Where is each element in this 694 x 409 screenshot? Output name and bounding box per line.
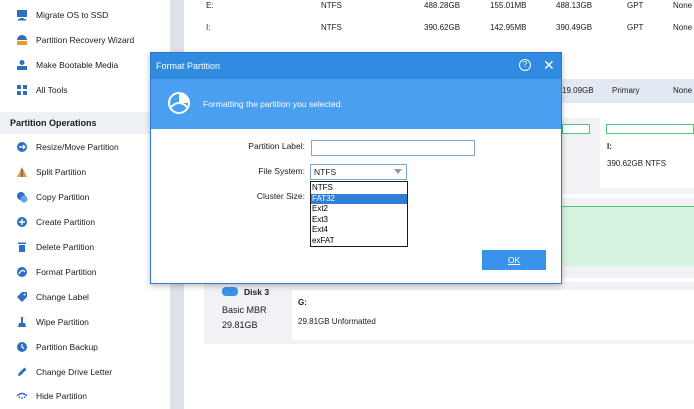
disk-size: 29.81GB	[222, 320, 258, 330]
disk3-info[interactable]: Disk 3 Basic MBR 29.81GB	[204, 282, 288, 344]
file-system-label: File System:	[258, 166, 305, 176]
dialog-titlebar[interactable]: Format Partition ? ✕	[151, 53, 561, 79]
partition-label-input[interactable]	[311, 140, 475, 156]
recovery-icon	[16, 34, 28, 46]
cell-type: Primary	[612, 86, 640, 95]
format-partition-dialog: Format Partition ? ✕ Formatting the part…	[150, 52, 562, 284]
wipe-icon	[16, 316, 28, 328]
sidebar-item-bootable-media[interactable]: Make Bootable Media	[0, 53, 170, 77]
banner-text: Formatting the partition you selected.	[203, 99, 343, 109]
sidebar-item-label: Copy Partition	[36, 192, 90, 202]
split-icon	[16, 166, 28, 178]
migrate-os-icon	[16, 9, 28, 21]
sidebar-item-label: Partition Backup	[36, 342, 98, 352]
sidebar-item-create[interactable]: Create Partition	[0, 210, 170, 234]
sidebar-item-label: Split Partition	[36, 167, 87, 177]
sidebar-item-resize-move[interactable]: Resize/Move Partition	[0, 135, 170, 159]
option-ext3[interactable]: Ext3	[311, 215, 407, 226]
sidebar: Migrate OS to SSD Partition Recovery Wiz…	[0, 0, 170, 409]
option-fat32[interactable]: FAT32	[311, 193, 407, 204]
format-icon	[16, 266, 28, 278]
format-disk-icon	[168, 92, 190, 114]
bootable-media-icon	[16, 59, 28, 71]
sidebar-item-label: Hide Partition	[36, 391, 88, 401]
cell-unused: 390.49GB	[556, 23, 593, 32]
section-header-partition-operations: Partition Operations	[0, 112, 170, 134]
sidebar-item-all-tools[interactable]: All Tools	[0, 78, 170, 102]
disk-icon	[222, 287, 238, 296]
option-ext2[interactable]: Ext2	[311, 204, 407, 215]
sidebar-item-label: Resize/Move Partition	[36, 142, 119, 152]
cell-status: None	[673, 86, 693, 95]
sidebar-item-partition-recovery[interactable]: Partition Recovery Wizard	[0, 28, 170, 52]
sidebar-item-label: Migrate OS to SSD	[36, 10, 109, 20]
option-exfat[interactable]: exFAT	[311, 236, 407, 247]
cell-capacity: 390.62GB	[424, 23, 461, 32]
hide-icon	[16, 390, 28, 402]
table-row[interactable]: I: NTFS 390.62GB 142.95MB 390.49GB GPT N…	[184, 16, 694, 40]
close-icon[interactable]: ✕	[543, 56, 555, 74]
partition-block-unallocated[interactable]	[562, 206, 694, 266]
partition-block-i[interactable]: I: 390.62GB NTFS	[600, 118, 694, 188]
partition-letter: G:	[298, 298, 307, 307]
option-ext4[interactable]: Ext4	[311, 225, 407, 236]
all-tools-icon	[16, 84, 28, 96]
cell-status: None	[673, 23, 693, 32]
partition-bar	[562, 124, 590, 134]
ok-button[interactable]: OK	[482, 250, 546, 270]
sidebar-item-change-drive-letter[interactable]: Change Drive Letter	[0, 360, 170, 384]
file-system-select[interactable]: NTFS	[310, 164, 407, 180]
dialog-banner: Formatting the partition you selected.	[151, 79, 561, 129]
partition-label-label: Partition Label:	[248, 141, 305, 151]
cell-drive: I:	[206, 23, 211, 32]
sidebar-item-label: Format Partition	[36, 267, 97, 277]
cell-used: 142.95MB	[490, 23, 527, 32]
sidebar-item-migrate-os[interactable]: Migrate OS to SSD	[0, 3, 170, 27]
backup-icon	[16, 341, 28, 353]
sidebar-item-delete[interactable]: Delete Partition	[0, 235, 170, 259]
sidebar-item-label: Partition Recovery Wizard	[36, 35, 135, 45]
sidebar-item-change-label[interactable]: Change Label	[0, 285, 170, 309]
sidebar-item-label: Create Partition	[36, 217, 96, 227]
resize-icon	[16, 141, 28, 153]
sidebar-item-label: Make Bootable Media	[36, 60, 119, 70]
disk-type: Basic MBR	[222, 305, 267, 315]
sidebar-item-copy[interactable]: Copy Partition	[0, 185, 170, 209]
sidebar-item-split[interactable]: Split Partition	[0, 160, 170, 184]
sidebar-item-backup[interactable]: Partition Backup	[0, 335, 170, 359]
option-ntfs[interactable]: NTFS	[311, 183, 407, 194]
chevron-down-icon	[394, 169, 402, 174]
partition-letter: I:	[607, 142, 612, 151]
sidebar-item-label: Delete Partition	[36, 242, 95, 252]
copy-icon	[16, 191, 28, 203]
dialog-title: Format Partition	[156, 61, 221, 71]
sidebar-item-label: Change Drive Letter	[36, 367, 113, 377]
partition-detail: 29.81GB Unformatted	[298, 317, 376, 326]
ok-button-label: OK	[507, 255, 521, 265]
sidebar-item-label: Change Label	[36, 292, 89, 302]
cell-unused: 19.09GB	[562, 86, 594, 95]
tag-icon	[16, 291, 28, 303]
file-system-value: NTFS	[314, 167, 337, 177]
trash-icon	[16, 241, 28, 253]
pencil-icon	[16, 366, 28, 378]
disk-name: Disk 3	[244, 287, 270, 297]
create-icon	[16, 216, 28, 228]
cell-filesystem: NTFS	[321, 23, 342, 32]
file-system-dropdown-list: NTFS FAT32 Ext2 Ext3 Ext4 exFAT	[310, 181, 408, 247]
partition-usage-bar	[606, 124, 694, 134]
sidebar-item-wipe[interactable]: Wipe Partition	[0, 310, 170, 334]
sidebar-item-label: Wipe Partition	[36, 317, 89, 327]
cluster-size-label: Cluster Size:	[256, 191, 305, 201]
sidebar-item-label: All Tools	[36, 85, 68, 95]
help-icon[interactable]: ?	[519, 59, 531, 71]
sidebar-item-hide[interactable]: Hide Partition	[0, 384, 170, 408]
sidebar-item-format[interactable]: Format Partition	[0, 260, 170, 284]
cell-type: GPT	[627, 23, 644, 32]
partition-detail: 390.62GB NTFS	[607, 159, 667, 168]
partition-block-g[interactable]: G: 29.81GB Unformatted	[292, 290, 694, 340]
